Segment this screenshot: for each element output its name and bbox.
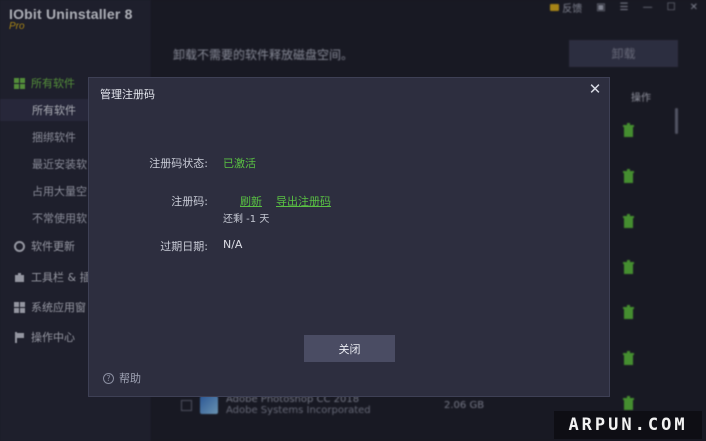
help-icon: ? — [103, 372, 114, 384]
help-label: 帮助 — [119, 372, 141, 385]
manage-license-dialog: 管理注册码 ✕ 注册码状态: 已激活 注册码: 刷新 导出注册码 还剩 -1 天… — [88, 77, 610, 397]
days-remaining: 还剩 -1 天 — [223, 214, 270, 225]
close-button[interactable]: 关闭 — [304, 335, 395, 362]
expiry-date-value: N/A — [223, 238, 243, 251]
license-status-label: 注册码状态: — [149, 157, 208, 170]
expiry-date-label: 过期日期: — [160, 240, 208, 253]
app-window: IObit Uninstaller 8 Pro 所有软件 所有软件 捆绑软件 最… — [0, 0, 706, 441]
dialog-close-icon[interactable]: ✕ — [587, 81, 603, 97]
license-status-value: 已激活 — [223, 157, 256, 170]
license-code-label: 注册码: — [171, 195, 208, 208]
refresh-link[interactable]: 刷新 — [240, 193, 262, 209]
dialog-title: 管理注册码 — [100, 88, 155, 101]
watermark-logo: ARPUN.COM — [554, 411, 702, 439]
help-link[interactable]: ? 帮助 — [103, 370, 141, 386]
export-license-link[interactable]: 导出注册码 — [276, 193, 331, 209]
